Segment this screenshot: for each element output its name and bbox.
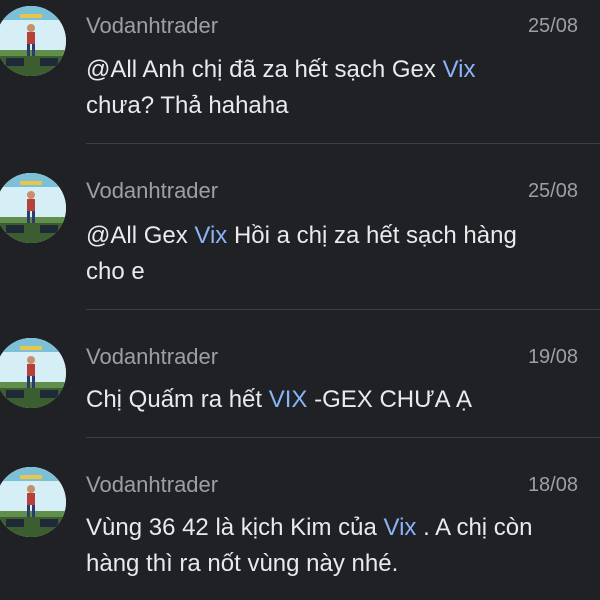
message-divider: [86, 143, 600, 144]
avatar-image: [0, 338, 66, 408]
text-segment: @All Anh chị đã za hết sạch Gex: [86, 56, 443, 83]
message-line: chưa? Thả hahaha: [86, 88, 586, 124]
message-line: @All Anh chị đã za hết sạch Gex Vix: [86, 52, 586, 88]
ticker-highlight[interactable]: VIX: [269, 386, 308, 413]
message-text: @All Anh chị đã za hết sạch Gex Vix chưa…: [86, 52, 586, 124]
text-segment: chưa? Thả hahaha: [86, 92, 289, 119]
avatar-image: [0, 173, 66, 243]
text-segment: Chị Quấm ra hết: [86, 386, 269, 413]
avatar[interactable]: [0, 467, 66, 537]
text-segment: Vùng 36 42 là kịch Kim của: [86, 514, 384, 541]
message-line: hàng thì ra nốt vùng này nhé.: [86, 546, 586, 582]
sender-name: Vodanhtrader: [86, 13, 219, 38]
message-date: 18/08: [527, 474, 578, 496]
sender-name: Vodanhtrader: [86, 178, 219, 203]
message-line: @All Gex Vix Hồi a chị za hết sạch hàng: [86, 218, 586, 254]
avatar-image: [0, 467, 66, 537]
ticker-highlight[interactable]: Vix: [384, 514, 417, 541]
message-text: @All Gex Vix Hồi a chị za hết sạch hàng …: [86, 218, 586, 290]
sender-name: Vodanhtrader: [86, 472, 219, 497]
message-divider: [86, 309, 600, 310]
text-segment: -GEX CHƯA Ạ: [307, 386, 472, 413]
avatar-image: [0, 6, 66, 76]
avatar[interactable]: [0, 338, 66, 408]
text-segment: hàng thì ra nốt vùng này nhé.: [86, 550, 399, 577]
text-segment: @All Gex: [86, 222, 195, 249]
message-date: 19/08: [527, 346, 578, 368]
message-date: 25/08: [527, 15, 578, 37]
ticker-highlight[interactable]: Vix: [194, 222, 227, 249]
sender-name: Vodanhtrader: [86, 344, 219, 369]
message-line: cho e: [86, 254, 586, 290]
text-segment: cho e: [86, 258, 145, 285]
ticker-highlight[interactable]: Vix: [443, 56, 476, 83]
text-segment: Hồi a chị za hết sạch hàng: [227, 222, 517, 249]
message-date: 25/08: [527, 180, 578, 202]
text-segment: . A chị còn: [416, 514, 533, 541]
message-line: Vùng 36 42 là kịch Kim của Vix . A chị c…: [86, 510, 586, 546]
message-line: Chị Quấm ra hết VIX -GEX CHƯA Ạ: [86, 382, 586, 418]
message-text: Chị Quấm ra hết VIX -GEX CHƯA Ạ: [86, 382, 586, 418]
avatar[interactable]: [0, 173, 66, 243]
message-divider: [86, 437, 600, 438]
message-text: Vùng 36 42 là kịch Kim của Vix . A chị c…: [86, 510, 586, 582]
avatar[interactable]: [0, 6, 66, 76]
